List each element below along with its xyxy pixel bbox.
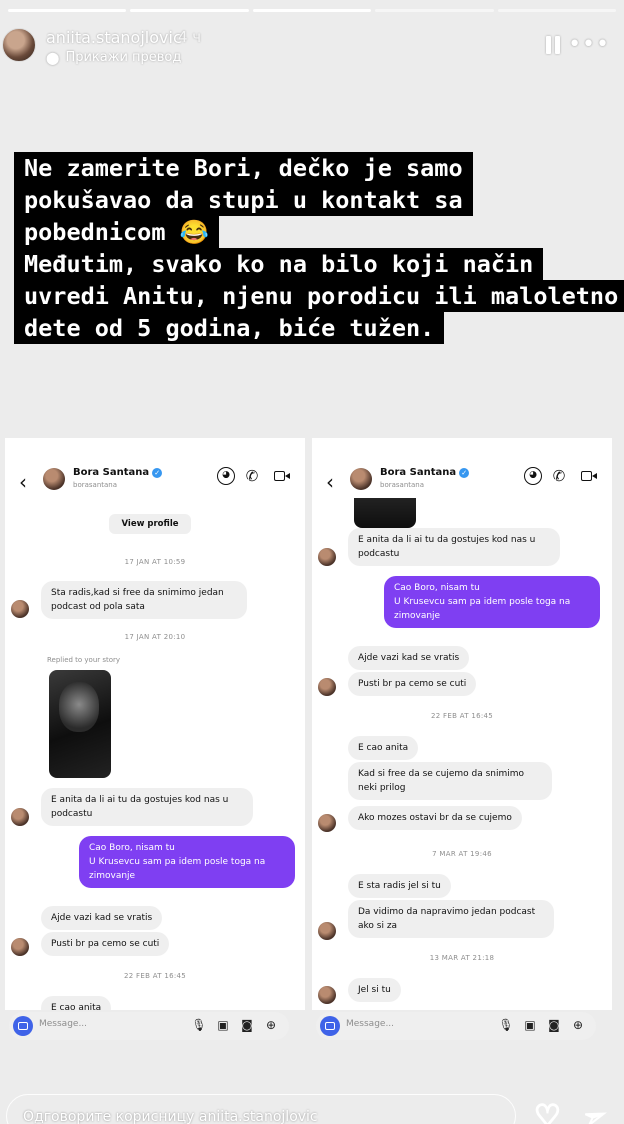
microphone-icon: 🎙 bbox=[498, 1018, 514, 1032]
more-icon[interactable]: ••• bbox=[568, 34, 610, 56]
avatar[interactable] bbox=[2, 28, 36, 62]
incoming-message: Sta radis,kad si free da snimimo jedan p… bbox=[41, 581, 247, 619]
outgoing-message: Cao Boro, nisam tu U Krusevcu sam pa ide… bbox=[384, 576, 600, 628]
composer-placeholder: Message... bbox=[39, 1019, 88, 1029]
sticker-icon: ◙ bbox=[548, 1018, 560, 1032]
send-icon[interactable]: ➢ bbox=[579, 1098, 612, 1124]
story-reply-thumbnail bbox=[354, 498, 416, 528]
verified-icon: ✓ bbox=[459, 468, 470, 478]
chat-avatar bbox=[350, 468, 372, 490]
sender-avatar bbox=[11, 938, 29, 956]
sticker-icon: ◕ bbox=[217, 467, 235, 485]
chat-name: Bora Santana ✓ bbox=[380, 467, 470, 478]
progress-segment bbox=[8, 9, 127, 12]
incoming-message: E cao anita bbox=[41, 996, 112, 1010]
replied-label: Replied to your story bbox=[47, 656, 121, 664]
composer-bar: Message... 🎙 ▣ ◙ ⊕ bbox=[9, 1012, 289, 1040]
gallery-icon: ▣ bbox=[217, 1018, 229, 1032]
incoming-message: E sta radis jel si tu bbox=[348, 874, 451, 898]
caption-line: dete od 5 godina, biće tužen. bbox=[14, 312, 445, 344]
chat-header: ‹ Bora Santana ✓ borasantana ◕ ✆ bbox=[312, 464, 612, 500]
caption-line: uvredi Anitu, njenu porodicu ili malolet… bbox=[14, 280, 624, 312]
incoming-message: Pusti br pa cemo se cuti bbox=[348, 672, 477, 696]
camera-icon bbox=[13, 1016, 33, 1036]
chat-header: ‹ Bora Santana ✓ borasantana ◕ ✆ bbox=[5, 464, 305, 500]
incoming-message: E cao anita bbox=[348, 736, 419, 760]
phone-icon: ✆ bbox=[552, 467, 566, 485]
chat-name: Bora Santana ✓ bbox=[73, 467, 163, 478]
pause-icon[interactable] bbox=[546, 36, 560, 54]
story-progress bbox=[8, 9, 617, 12]
gallery-icon: ▣ bbox=[524, 1018, 536, 1032]
video-icon bbox=[580, 467, 598, 485]
add-icon: ⊕ bbox=[572, 1018, 584, 1032]
incoming-message: Jel si tu bbox=[348, 978, 401, 1002]
message-composer-left: Message... 🎙 ▣ ◙ ⊕ bbox=[5, 1012, 305, 1040]
chat-handle: borasantana bbox=[380, 481, 425, 489]
story-reply-thumbnail bbox=[49, 670, 111, 778]
composer-placeholder: Message... bbox=[346, 1019, 395, 1029]
story-header: aniita.stanojlovic 4 ч ⬤ Прикажи превод … bbox=[0, 22, 624, 78]
timestamp: 17 JAN AT 20:10 bbox=[124, 633, 186, 641]
video-icon bbox=[273, 467, 291, 485]
progress-segment bbox=[252, 9, 372, 12]
add-icon: ⊕ bbox=[265, 1018, 277, 1032]
sticker-icon: ◙ bbox=[241, 1018, 253, 1032]
composer-bar: Message... 🎙 ▣ ◙ ⊕ bbox=[316, 1012, 596, 1040]
story-username[interactable]: aniita.stanojlovic bbox=[46, 28, 182, 47]
sender-avatar bbox=[318, 814, 336, 832]
chat-avatar bbox=[43, 468, 65, 490]
sender-avatar bbox=[318, 548, 336, 566]
back-icon: ‹ bbox=[326, 470, 334, 494]
timestamp: 17 JAN AT 10:59 bbox=[124, 558, 186, 566]
timestamp: 13 MAR AT 21:18 bbox=[429, 954, 495, 962]
caption-line: Međutim, svako ko na bilo koji način bbox=[14, 248, 544, 280]
translate-button[interactable]: ⬤ Прикажи превод bbox=[46, 50, 181, 65]
message-composer-right: Message... 🎙 ▣ ◙ ⊕ bbox=[312, 1012, 612, 1040]
sender-avatar bbox=[318, 922, 336, 940]
caption-line: Ne zamerite Bori, dečko je samo bbox=[14, 152, 473, 184]
sender-avatar bbox=[318, 678, 336, 696]
incoming-message: E anita da li ai tu da gostujes kod nas … bbox=[41, 788, 253, 826]
progress-segment bbox=[497, 9, 617, 12]
translate-icon: ⬤ bbox=[46, 50, 60, 65]
caption-line: pobednicom 😂 bbox=[14, 216, 219, 248]
sender-avatar bbox=[11, 808, 29, 826]
story-caption: Ne zamerite Bori, dečko je samo pokušava… bbox=[14, 152, 624, 344]
incoming-message: Ajde vazi kad se vratis bbox=[41, 906, 163, 930]
incoming-message: Da vidimo da napravimo jedan podcast ako… bbox=[348, 900, 554, 938]
translate-label: Прикажи превод bbox=[65, 50, 182, 65]
outgoing-message: Cao Boro, nisam tu U Krusevcu sam pa ide… bbox=[79, 836, 295, 888]
progress-segment bbox=[375, 9, 494, 12]
incoming-message: E anita da li ai tu da gostujes kod nas … bbox=[348, 528, 560, 566]
incoming-message: Ajde vazi kad se vratis bbox=[348, 646, 470, 670]
message-list: E anita da li ai tu da gostujes kod nas … bbox=[312, 498, 612, 1010]
story-time: 4 ч bbox=[178, 28, 202, 46]
progress-segment bbox=[130, 9, 249, 12]
sender-avatar bbox=[11, 600, 29, 618]
microphone-icon: 🎙 bbox=[191, 1018, 207, 1032]
timestamp: 22 FEB AT 16:45 bbox=[430, 712, 494, 720]
back-icon: ‹ bbox=[19, 470, 27, 494]
reply-placeholder: Одговорите корисницу aniita.stanojlovic bbox=[23, 1109, 318, 1124]
chat-handle: borasantana bbox=[73, 481, 118, 489]
verified-icon: ✓ bbox=[152, 468, 163, 478]
caption-line: pokušavao da stupi u kontakt sa bbox=[14, 184, 473, 216]
chat-screenshot-right: ‹ Bora Santana ✓ borasantana ◕ ✆ E anita … bbox=[312, 438, 612, 1010]
heart-icon[interactable]: ♡ bbox=[533, 1101, 562, 1124]
chat-screenshot-left: ‹ Bora Santana ✓ borasantana ◕ ✆ View pro… bbox=[5, 438, 305, 1010]
incoming-message: Pusti br pa cemo se cuti bbox=[41, 932, 170, 956]
camera-icon bbox=[320, 1016, 340, 1036]
story-reply-input[interactable]: Одговорите корисницу aniita.stanojlovic bbox=[6, 1094, 516, 1124]
message-list: View profile 17 JAN AT 10:59 Sta radis,k… bbox=[5, 508, 305, 1010]
view-profile-button: View profile bbox=[109, 514, 191, 534]
timestamp: 22 FEB AT 16:45 bbox=[123, 972, 187, 980]
incoming-message: Kad si free da se cujemo da snimimo neki… bbox=[348, 762, 552, 800]
sender-avatar bbox=[318, 986, 336, 1004]
timestamp: 7 MAR AT 19:46 bbox=[432, 850, 492, 858]
incoming-message: Ako mozes ostavi br da se cujemo bbox=[348, 806, 522, 830]
phone-icon: ✆ bbox=[245, 467, 259, 485]
sticker-icon: ◕ bbox=[524, 467, 542, 485]
